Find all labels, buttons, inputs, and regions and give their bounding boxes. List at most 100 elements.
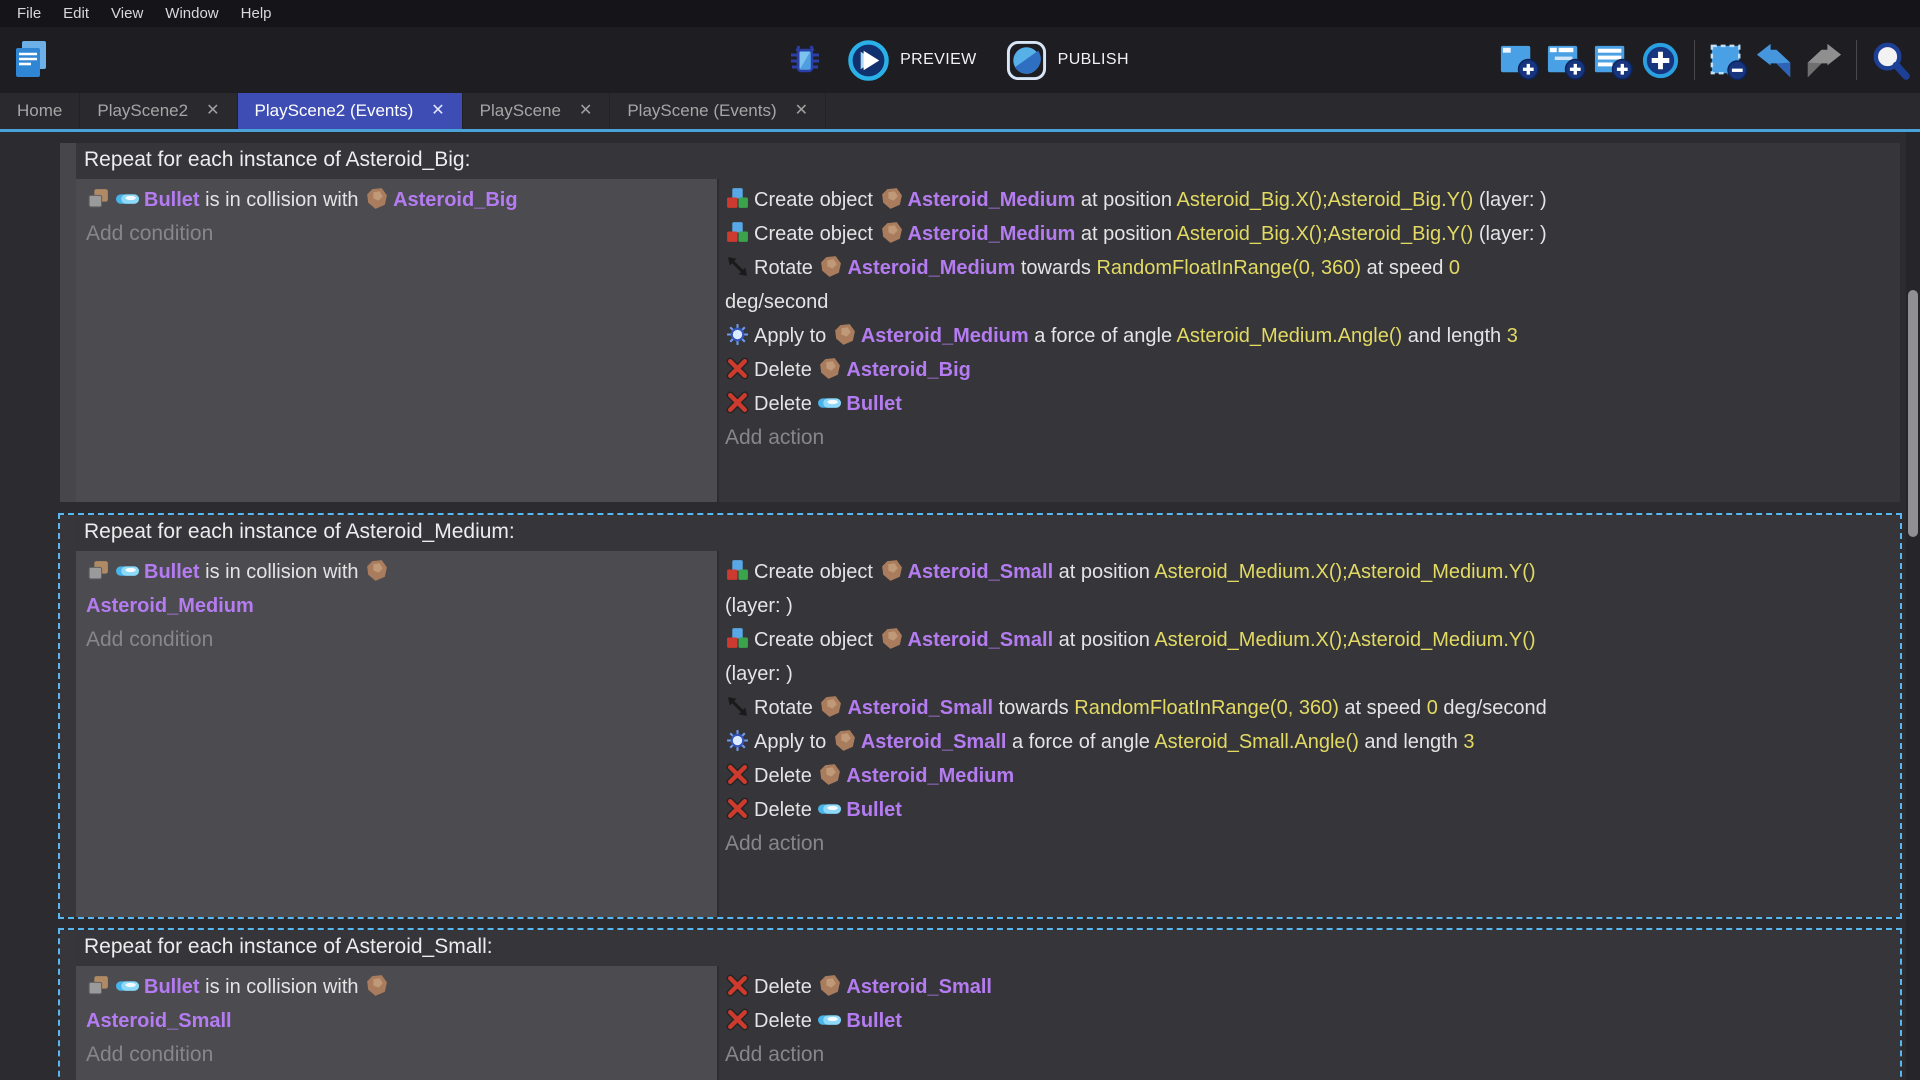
add-subevent-button[interactable] xyxy=(1545,39,1588,82)
condition-row[interactable]: Bullet is in collision with Asteroid_Big xyxy=(86,183,707,217)
rotate-icon xyxy=(725,254,750,279)
conditions-panel: Bullet is in collision with Asteroid_Sma… xyxy=(76,966,717,1080)
add-comment-event-button[interactable] xyxy=(1592,39,1635,82)
asteroid-icon xyxy=(818,694,843,719)
search-button[interactable] xyxy=(1869,39,1912,82)
event-block: Repeat for each instance of Asteroid_Sma… xyxy=(58,928,1902,1080)
event-drag-handle[interactable] xyxy=(60,143,76,502)
action-row[interactable]: Delete Bullet xyxy=(725,387,1888,421)
create-icon xyxy=(725,220,750,245)
event-header[interactable]: Repeat for each instance of Asteroid_Sma… xyxy=(76,930,1900,966)
add-action-button[interactable]: Add action xyxy=(725,421,1888,455)
event-drag-handle[interactable] xyxy=(60,515,76,917)
collision-icon xyxy=(86,973,111,998)
tab-home[interactable]: Home xyxy=(0,93,80,129)
event-header[interactable]: Repeat for each instance of Asteroid_Big… xyxy=(76,143,1900,179)
expression: Asteroid_Medium.X();Asteroid_Medium.Y() xyxy=(1154,561,1535,583)
publish-globe-icon xyxy=(1005,39,1048,82)
action-row[interactable]: Create object Asteroid_Medium at positio… xyxy=(725,183,1888,217)
asteroid-icon xyxy=(818,254,843,279)
action-row[interactable]: Rotate Asteroid_Medium towards RandomFlo… xyxy=(725,251,1888,319)
undo-button[interactable] xyxy=(1754,39,1797,82)
bullet-icon xyxy=(817,390,842,415)
add-action-button[interactable]: Add action xyxy=(725,1038,1888,1072)
action-row[interactable]: Delete Asteroid_Medium xyxy=(725,759,1888,793)
tab-playscene2-events[interactable]: PlayScene2 (Events)✕ xyxy=(238,93,463,129)
asteroid-icon xyxy=(364,186,389,211)
action-row[interactable]: Create object Asteroid_Small at position… xyxy=(725,555,1888,623)
actions-panel: Delete Asteroid_SmallDelete BulletAdd ac… xyxy=(719,966,1900,1080)
action-row[interactable]: Apply to Asteroid_Small a force of angle… xyxy=(725,725,1888,759)
event-header[interactable]: Repeat for each instance of Asteroid_Med… xyxy=(76,515,1900,551)
menu-item-help[interactable]: Help xyxy=(230,0,283,27)
object-name: Asteroid_Small xyxy=(908,561,1054,583)
delete-icon xyxy=(725,1007,750,1032)
debugger-icon[interactable] xyxy=(785,40,825,80)
plain-text: (layer: ) xyxy=(1473,189,1546,211)
tab-bar: HomePlayScene2✕PlayScene2 (Events)✕PlayS… xyxy=(0,93,1920,129)
scrollbar-track[interactable] xyxy=(1906,132,1920,1080)
tab-close-icon[interactable]: ✕ xyxy=(431,103,444,119)
action-row[interactable]: Delete Asteroid_Big xyxy=(725,353,1888,387)
add-condition-button[interactable]: Add condition xyxy=(86,217,707,251)
tab-playscene2[interactable]: PlayScene2✕ xyxy=(80,93,237,129)
action-row[interactable]: Delete Bullet xyxy=(725,793,1888,827)
tab-playscene-events[interactable]: PlayScene (Events)✕ xyxy=(610,93,826,129)
publish-label: PUBLISH xyxy=(1058,51,1129,69)
menu-item-edit[interactable]: Edit xyxy=(52,0,100,27)
menu-item-window[interactable]: Window xyxy=(154,0,229,27)
plain-text: Delete xyxy=(754,359,817,381)
action-row[interactable]: Delete Bullet xyxy=(725,1004,1888,1038)
object-name: Bullet xyxy=(846,1010,902,1032)
delete-selection-button[interactable] xyxy=(1707,39,1750,82)
object-name: Asteroid_Big xyxy=(846,359,970,381)
force-icon xyxy=(725,728,750,753)
action-row[interactable]: Delete Asteroid_Small xyxy=(725,970,1888,1004)
create-icon xyxy=(725,558,750,583)
action-row[interactable]: Apply to Asteroid_Medium a force of angl… xyxy=(725,319,1888,353)
expression: Asteroid_Small.Angle() xyxy=(1154,731,1359,753)
plain-text: a force of angle xyxy=(1029,325,1177,347)
plain-text: Apply to xyxy=(754,731,832,753)
plain-text: towards xyxy=(1015,257,1096,279)
asteroid-icon xyxy=(879,186,904,211)
project-manager-button[interactable] xyxy=(10,38,54,82)
tab-close-icon[interactable]: ✕ xyxy=(795,103,808,119)
menu-item-view[interactable]: View xyxy=(100,0,154,27)
scrollbar-thumb[interactable] xyxy=(1908,290,1918,537)
preview-label: PREVIEW xyxy=(900,51,977,69)
add-other-event-button[interactable] xyxy=(1639,39,1682,82)
preview-button[interactable]: PREVIEW xyxy=(841,38,983,83)
add-condition-button[interactable]: Add condition xyxy=(86,1038,707,1072)
plain-text: at speed xyxy=(1361,257,1449,279)
bullet-icon xyxy=(115,973,140,998)
menu-item-file[interactable]: File xyxy=(6,0,52,27)
menu-bar: FileEditViewWindowHelp xyxy=(0,0,1920,27)
plain-text: at position xyxy=(1053,561,1154,583)
action-row[interactable]: Create object Asteroid_Small at position… xyxy=(725,623,1888,691)
condition-row[interactable]: Bullet is in collision with Asteroid_Med… xyxy=(86,555,707,623)
expression: RandomFloatInRange(0, 360) xyxy=(1096,257,1361,279)
plain-text: (layer: ) xyxy=(725,663,793,685)
publish-button[interactable]: PUBLISH xyxy=(999,38,1135,83)
redo-button[interactable] xyxy=(1801,39,1844,82)
add-condition-button[interactable]: Add condition xyxy=(86,623,707,657)
action-row[interactable]: Create object Asteroid_Medium at positio… xyxy=(725,217,1888,251)
expression: RandomFloatInRange(0, 360) xyxy=(1074,697,1339,719)
event-drag-handle[interactable] xyxy=(60,930,76,1080)
plain-text: Rotate xyxy=(754,257,818,279)
tab-close-icon[interactable]: ✕ xyxy=(206,103,219,119)
add-event-button[interactable] xyxy=(1498,39,1541,82)
tab-close-icon[interactable]: ✕ xyxy=(579,103,592,119)
tab-playscene[interactable]: PlayScene✕ xyxy=(463,93,611,129)
force-icon xyxy=(725,322,750,347)
add-action-button[interactable]: Add action xyxy=(725,827,1888,861)
object-name: Bullet xyxy=(144,976,200,998)
object-name: Asteroid_Small xyxy=(861,731,1007,753)
actions-panel: Create object Asteroid_Small at position… xyxy=(719,551,1900,917)
action-row[interactable]: Rotate Asteroid_Small towards RandomFloa… xyxy=(725,691,1888,725)
condition-row[interactable]: Bullet is in collision with Asteroid_Sma… xyxy=(86,970,707,1038)
preview-play-icon xyxy=(847,39,890,82)
plain-text: a force of angle xyxy=(1006,731,1154,753)
expression: Asteroid_Big.X();Asteroid_Big.Y() xyxy=(1177,223,1474,245)
